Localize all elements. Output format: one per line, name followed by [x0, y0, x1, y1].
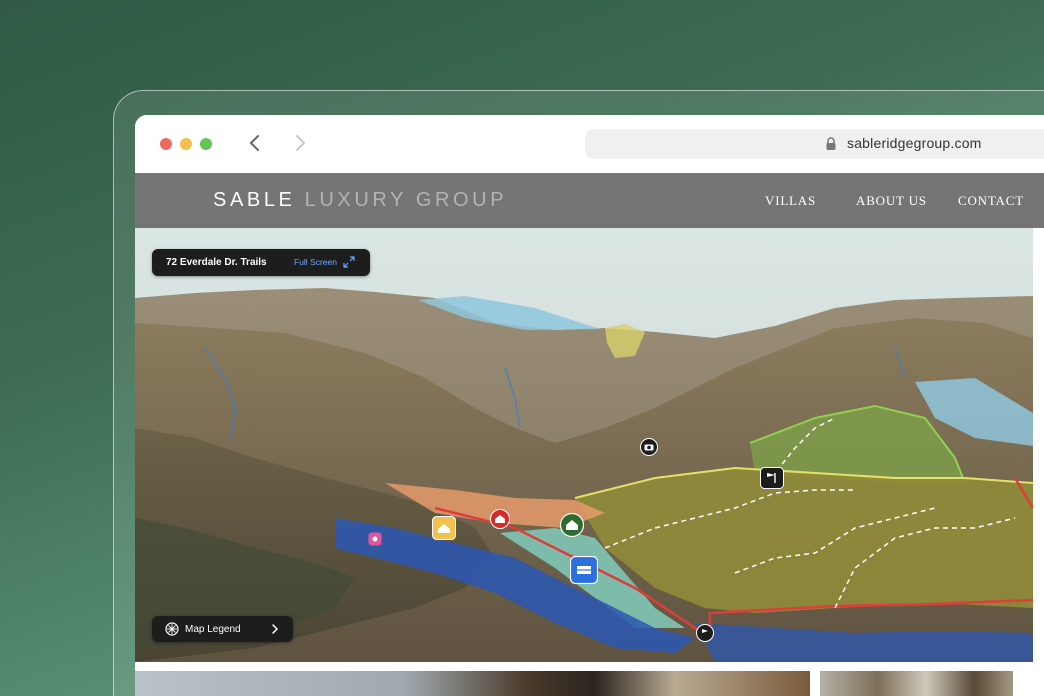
- photo-gallery: [135, 662, 1044, 696]
- site-header: SABLE LUXURY GROUP VILLAS ABOUT US CONTA…: [135, 173, 1044, 228]
- compass-icon: [165, 622, 179, 636]
- expand-icon[interactable]: [343, 256, 355, 268]
- address-bar[interactable]: sableridgegroup.com: [585, 129, 1044, 159]
- pin-icon[interactable]: [368, 532, 382, 551]
- camera-icon[interactable]: [640, 438, 658, 461]
- barn-icon[interactable]: [490, 509, 510, 534]
- map-legend-button[interactable]: Map Legend: [152, 616, 293, 642]
- brand-primary: SABLE: [213, 189, 296, 211]
- browser-window: sableridgegroup.com SABLE LUXURY GROUP V…: [135, 115, 1044, 696]
- trail-title: 72 Everdale Dr. Trails: [166, 257, 267, 268]
- nav-contact[interactable]: CONTACT: [958, 193, 1024, 209]
- nav-about-us[interactable]: ABOUT US: [856, 193, 927, 209]
- url-text: sableridgegroup.com: [847, 135, 982, 151]
- cabin-icon[interactable]: [432, 516, 456, 545]
- fullscreen-link[interactable]: Full Screen: [294, 257, 337, 267]
- trail-info-pill: 72 Everdale Dr. Trails Full Screen: [152, 249, 370, 276]
- back-arrow-icon[interactable]: [245, 132, 265, 154]
- terrain-map-render: [135, 228, 1033, 662]
- forward-arrow-icon[interactable]: [290, 132, 310, 154]
- nav-villas[interactable]: VILLAS: [765, 193, 816, 209]
- site-logo[interactable]: SABLE LUXURY GROUP: [213, 189, 507, 212]
- close-window-button[interactable]: [160, 138, 172, 150]
- chevron-right-icon: [272, 624, 279, 634]
- house-icon[interactable]: [559, 512, 585, 542]
- minimize-window-button[interactable]: [180, 138, 192, 150]
- map-legend-label: Map Legend: [185, 624, 241, 635]
- browser-toolbar: sableridgegroup.com: [135, 115, 1044, 173]
- brand-secondary: LUXURY GROUP: [304, 189, 508, 211]
- villa-photo[interactable]: [135, 671, 810, 696]
- maximize-window-button[interactable]: [200, 138, 212, 150]
- terrain-map[interactable]: 72 Everdale Dr. Trails Full Screen Map L…: [135, 228, 1033, 662]
- flag-icon[interactable]: [696, 624, 714, 647]
- flag-icon[interactable]: [760, 467, 784, 494]
- fence-icon[interactable]: [569, 555, 599, 589]
- lock-icon: [826, 137, 836, 150]
- villa-photo[interactable]: [820, 671, 1013, 696]
